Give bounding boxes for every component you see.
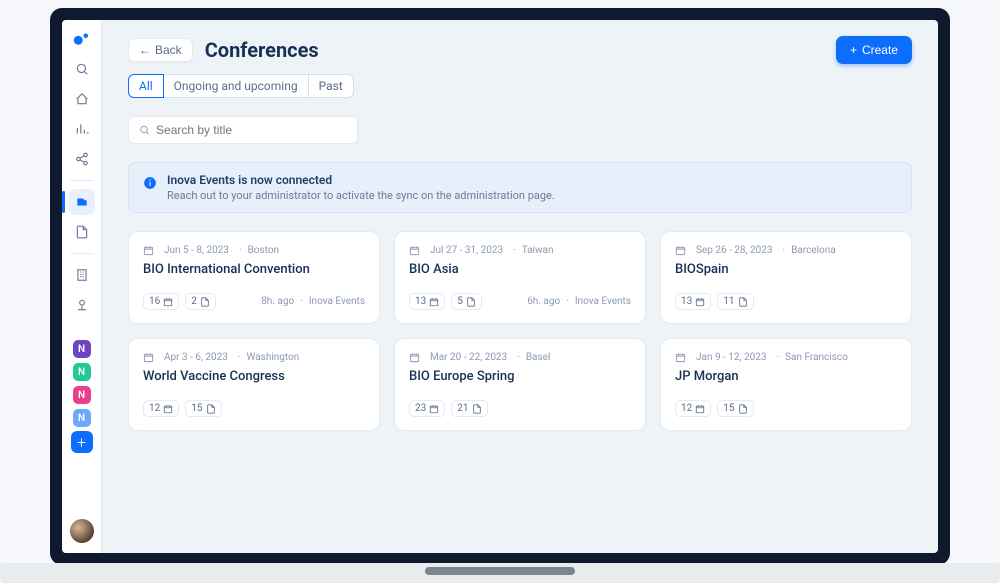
sidebar-documents[interactable] xyxy=(69,219,95,245)
card-date: Sep 26 - 28, 2023 xyxy=(696,245,772,256)
search-input[interactable] xyxy=(156,123,347,137)
conference-card[interactable]: Mar 20 - 22, 2023 Basel BIO Europe Sprin… xyxy=(394,338,646,431)
card-location: Washington xyxy=(238,352,299,363)
conference-card[interactable]: Apr 3 - 6, 2023 Washington World Vaccine… xyxy=(128,338,380,431)
sidebar-workspace-tags: NNNN xyxy=(73,340,91,427)
workspace-tag[interactable]: N xyxy=(73,363,91,381)
stat-documents: 5 xyxy=(451,293,482,310)
back-label: Back xyxy=(155,43,182,57)
card-location: Barcelona xyxy=(782,245,835,256)
stat-documents: 21 xyxy=(451,400,487,417)
search-box[interactable] xyxy=(128,116,358,144)
stat-documents: 15 xyxy=(717,400,753,417)
create-label: Create xyxy=(862,43,898,57)
page-header: ← Back Conferences + Create xyxy=(128,36,912,64)
sidebar-conferences[interactable] xyxy=(69,189,95,215)
sidebar: NNNN + xyxy=(62,20,102,553)
card-title: BIO Europe Spring xyxy=(409,369,631,384)
back-button[interactable]: ← Back xyxy=(128,38,193,62)
arrow-left-icon: ← xyxy=(139,43,151,57)
calendar-icon xyxy=(675,245,686,256)
card-date: Mar 20 - 22, 2023 xyxy=(430,352,507,363)
tab-ongoing-upcoming[interactable]: Ongoing and upcoming xyxy=(164,74,309,98)
stat-documents: 2 xyxy=(185,293,216,310)
calendar-icon xyxy=(409,352,420,363)
card-date: Apr 3 - 6, 2023 xyxy=(164,352,228,363)
workspace-tag[interactable]: N xyxy=(73,409,91,427)
create-button[interactable]: + Create xyxy=(836,36,912,64)
stat-documents: 15 xyxy=(185,400,221,417)
card-title: JP Morgan xyxy=(675,369,897,384)
plus-icon: + xyxy=(850,43,857,57)
workspace-tag[interactable]: N xyxy=(73,386,91,404)
conference-card[interactable]: Sep 26 - 28, 2023 Barcelona BIOSpain 13 … xyxy=(660,231,912,324)
stat-meetings: 16 xyxy=(143,293,179,310)
sidebar-analytics[interactable] xyxy=(69,116,95,142)
banner-text: Reach out to your administrator to activ… xyxy=(167,189,555,202)
card-title: BIO Asia xyxy=(409,262,631,277)
sidebar-add-workspace[interactable]: + xyxy=(71,431,93,453)
card-title: BIOSpain xyxy=(675,262,897,277)
sidebar-company[interactable] xyxy=(69,262,95,288)
conference-card[interactable]: Jan 9 - 12, 2023 San Francisco JP Morgan… xyxy=(660,338,912,431)
monitor-stand xyxy=(0,563,1000,583)
card-date: Jun 5 - 8, 2023 xyxy=(164,245,229,256)
main-content: ← Back Conferences + Create All Ongoing … xyxy=(102,20,938,553)
sidebar-divider xyxy=(70,180,94,181)
tab-all[interactable]: All xyxy=(128,74,164,98)
monitor-frame: NNNN + ← Back Conferences + Create All O… xyxy=(50,8,950,565)
sidebar-download[interactable] xyxy=(69,292,95,318)
calendar-icon xyxy=(143,352,154,363)
sidebar-divider xyxy=(70,253,94,254)
stat-meetings: 23 xyxy=(409,400,445,417)
card-meta: 6h. agoInova Events xyxy=(527,296,631,307)
stat-meetings: 13 xyxy=(675,293,711,310)
workspace-tag[interactable]: N xyxy=(73,340,91,358)
card-date: Jan 9 - 12, 2023 xyxy=(696,352,766,363)
search-icon xyxy=(139,124,150,136)
page-title: Conferences xyxy=(205,38,319,62)
sidebar-share[interactable] xyxy=(69,146,95,172)
tab-past[interactable]: Past xyxy=(309,74,354,98)
filter-tabs: All Ongoing and upcoming Past xyxy=(128,74,912,98)
card-location: Basel xyxy=(517,352,550,363)
banner-title: Inova Events is now connected xyxy=(167,173,555,187)
card-date: Jul 27 - 31, 2023 xyxy=(430,245,503,256)
card-location: Boston xyxy=(239,245,279,256)
stat-meetings: 12 xyxy=(675,400,711,417)
conference-grid: Jun 5 - 8, 2023 Boston BIO International… xyxy=(128,231,912,431)
card-location: Taiwan xyxy=(513,245,553,256)
stat-meetings: 12 xyxy=(143,400,179,417)
sidebar-home[interactable] xyxy=(69,86,95,112)
card-meta: 8h. agoInova Events xyxy=(261,296,365,307)
user-avatar[interactable] xyxy=(70,519,94,543)
app-screen: NNNN + ← Back Conferences + Create All O… xyxy=(62,20,938,553)
app-logo xyxy=(73,30,91,44)
card-location: San Francisco xyxy=(776,352,847,363)
conference-card[interactable]: Jun 5 - 8, 2023 Boston BIO International… xyxy=(128,231,380,324)
stat-documents: 11 xyxy=(717,293,753,310)
calendar-icon xyxy=(143,245,154,256)
card-title: BIO International Convention xyxy=(143,262,365,277)
info-icon xyxy=(143,175,157,202)
sidebar-search[interactable] xyxy=(69,56,95,82)
info-banner: Inova Events is now connected Reach out … xyxy=(128,162,912,213)
conference-card[interactable]: Jul 27 - 31, 2023 Taiwan BIO Asia 13 5 6… xyxy=(394,231,646,324)
calendar-icon xyxy=(409,245,420,256)
calendar-icon xyxy=(675,352,686,363)
stat-meetings: 13 xyxy=(409,293,445,310)
card-title: World Vaccine Congress xyxy=(143,369,365,384)
